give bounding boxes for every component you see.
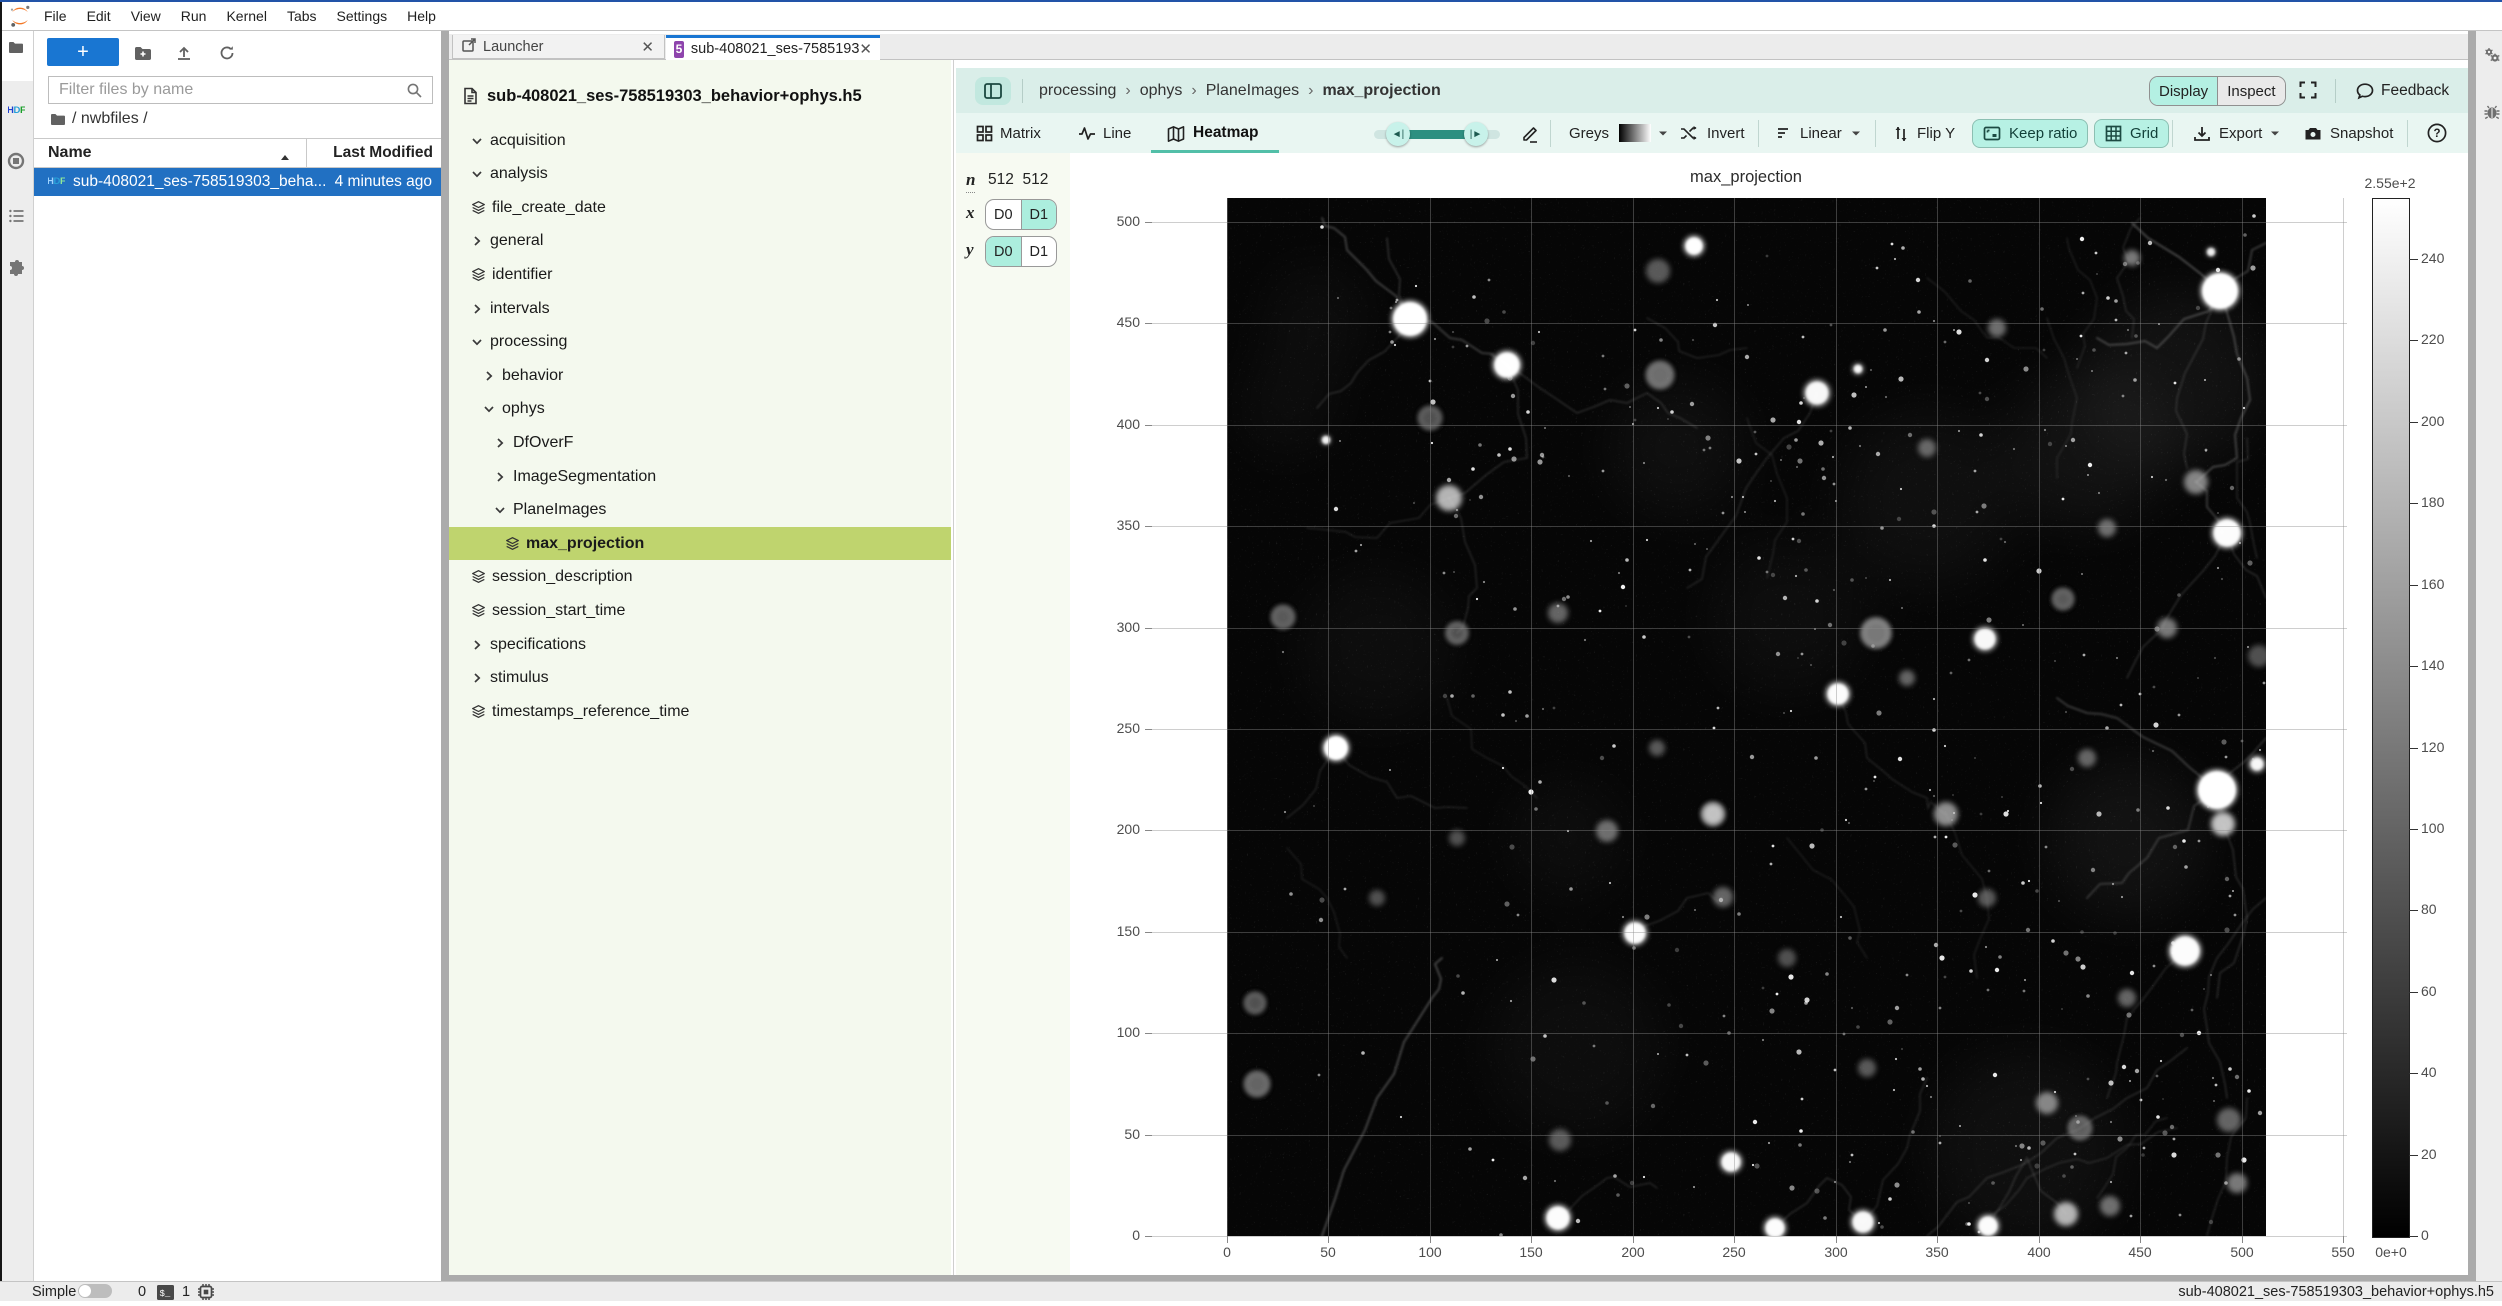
svg-text:?: ? xyxy=(2433,128,2440,140)
svg-text:F: F xyxy=(20,105,25,116)
svg-text:$_: $_ xyxy=(160,1289,171,1299)
svg-text:F: F xyxy=(60,176,65,187)
